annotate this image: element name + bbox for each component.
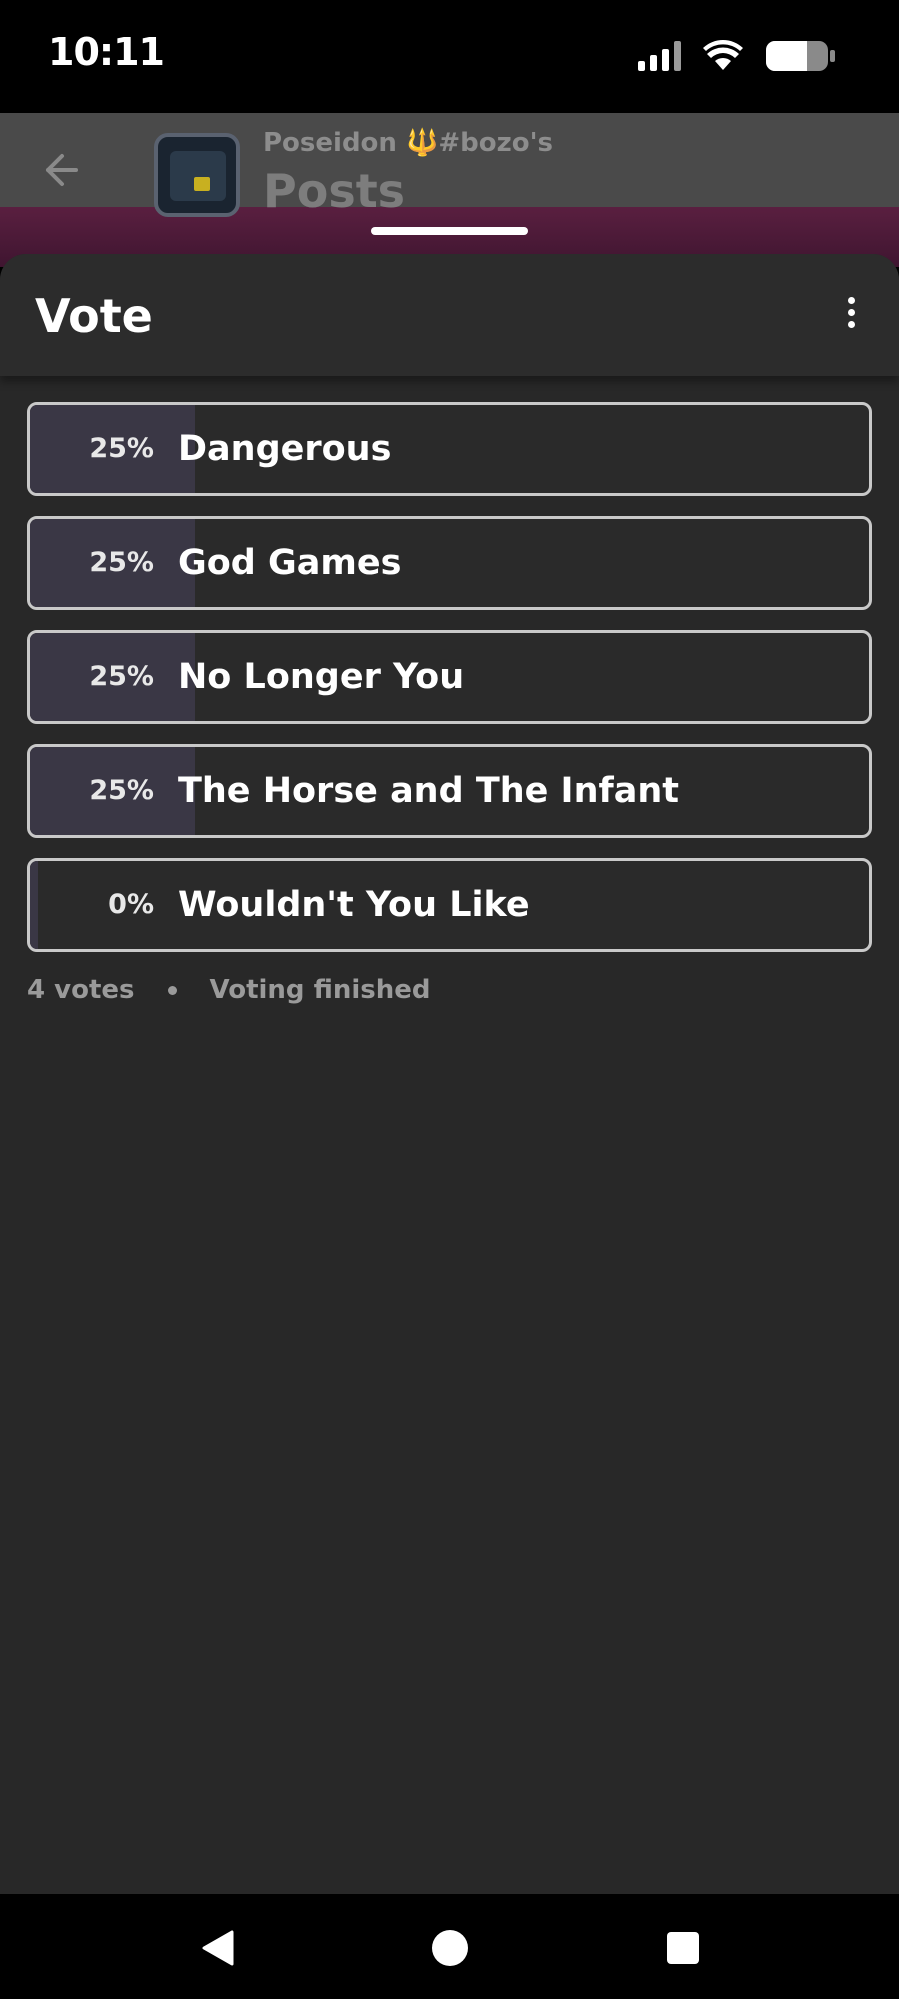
poll-option[interactable]: 25% The Horse and The Infant	[27, 744, 872, 838]
poll-option-percent: 25%	[89, 547, 154, 578]
poll-option-label: The Horse and The Infant	[178, 771, 679, 811]
poll-option-label: Wouldn't You Like	[178, 885, 530, 925]
status-bar: 10:11	[0, 0, 899, 113]
sheet-grab-handle[interactable]	[371, 227, 528, 235]
recents-nav-icon[interactable]	[661, 1926, 705, 1970]
back-arrow-icon[interactable]	[40, 150, 80, 190]
community-avatar[interactable]	[154, 133, 240, 217]
more-vertical-icon[interactable]	[823, 284, 879, 340]
background-title: Posts	[263, 164, 406, 218]
signal-icon	[638, 41, 681, 71]
background-subtitle: Poseidon 🔱#bozo's	[263, 128, 554, 158]
votes-count: 4 votes	[27, 975, 135, 1005]
poll-option[interactable]: 25% Dangerous	[27, 402, 872, 496]
battery-icon	[766, 41, 835, 71]
wifi-icon	[703, 40, 743, 70]
poll-option[interactable]: 25% No Longer You	[27, 630, 872, 724]
poll-option-percent: 0%	[108, 889, 154, 920]
sheet-title: Vote	[35, 289, 153, 343]
poll-option-percent: 25%	[89, 661, 154, 692]
poll-options: 25% Dangerous 25% God Games 25% No Longer You…	[27, 402, 872, 972]
poll-option-percent: 25%	[89, 433, 154, 464]
poll-meta: 4 votes Voting finished	[27, 975, 431, 1005]
poll-option-label: No Longer You	[178, 657, 465, 697]
navigation-bar	[0, 1894, 899, 1999]
poll-option-label: God Games	[178, 543, 402, 583]
poll-option-percent: 25%	[89, 775, 154, 806]
poll-option[interactable]: 25% God Games	[27, 516, 872, 610]
poll-status: Voting finished	[209, 975, 431, 1005]
status-time: 10:11	[48, 30, 165, 74]
sheet-header: Vote	[0, 254, 899, 376]
status-icons	[638, 38, 837, 74]
separator-dot	[167, 985, 177, 995]
screen: 10:11 Poseidon 🔱#bozo's Posts Vote 25% D…	[0, 0, 899, 1999]
home-nav-icon[interactable]	[428, 1926, 472, 1970]
poll-option-label: Dangerous	[178, 429, 392, 469]
vote-sheet: Vote 25% Dangerous 25% God Games 25% No Longe…	[0, 254, 899, 1894]
poll-option[interactable]: 0% Wouldn't You Like	[27, 858, 872, 952]
back-nav-icon[interactable]	[196, 1926, 240, 1970]
